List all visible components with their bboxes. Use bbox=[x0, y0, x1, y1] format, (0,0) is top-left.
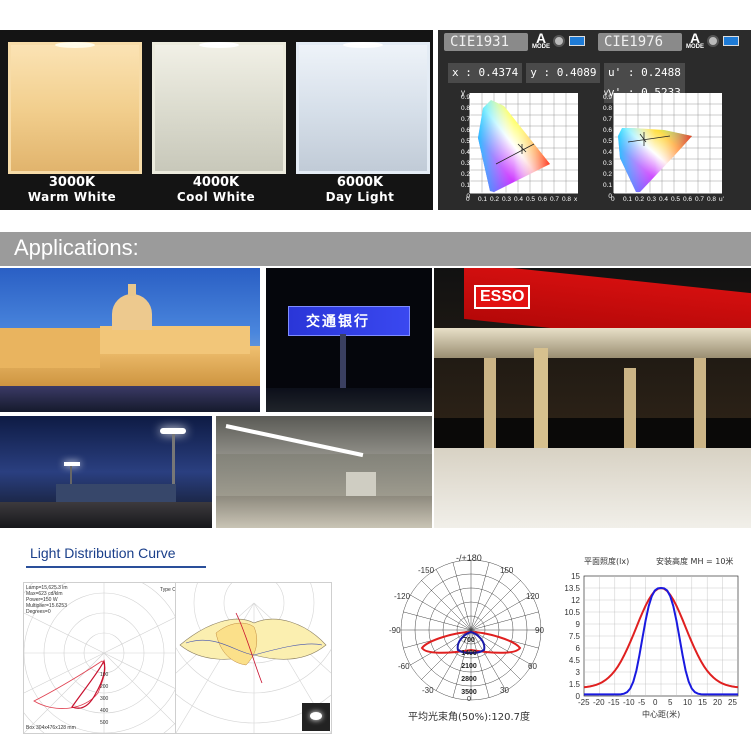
lamp-thumbnail bbox=[302, 703, 330, 731]
polar-angle-m150: -150 bbox=[418, 566, 435, 575]
gas-station-photo: ESSO bbox=[434, 268, 751, 528]
polar-top-label: -/+180 bbox=[456, 553, 482, 563]
isolux-3d-panel bbox=[175, 582, 332, 734]
photometric-info: Lamp=15,625.3 lm Max=623 cd/klm Power=150 … bbox=[26, 585, 68, 615]
day-light-caption: 6000K Day Light bbox=[325, 175, 395, 205]
cie1931-title: CIE1931 bbox=[444, 33, 528, 51]
photometric-panel: Lamp=15,625.3 lm Max=623 cd/klm Power=150 … bbox=[23, 582, 177, 734]
polar-angle-60: 60 bbox=[528, 662, 537, 671]
cie1976-title: CIE1976 bbox=[598, 33, 682, 51]
polar-radii: 700 1400 2100 2800 3500 bbox=[461, 637, 477, 696]
polar-spoke bbox=[470, 629, 532, 666]
beam-angle-caption: 平均光束角(50%):120.7度 bbox=[408, 712, 531, 723]
polar-angle-m90: -90 bbox=[389, 626, 401, 635]
palace-photo bbox=[0, 268, 260, 412]
polar-angle-m30: -30 bbox=[422, 686, 434, 695]
cie1931-yticks: 0.9 0.8 0.7 0.6 0.5 0.4 0.3 0.2 0.1 0 bbox=[460, 94, 470, 200]
parking-lot-photo bbox=[0, 416, 212, 528]
polar-angle-150: 150 bbox=[500, 566, 514, 575]
cie-panel: CIE1931 A MODE x : 0.4374 y : 0.4089 CIE19… bbox=[438, 30, 751, 210]
cie1931-x-value: x : 0.4374 bbox=[448, 63, 523, 83]
warm-white-sample bbox=[8, 42, 142, 174]
illum-xlabel: 中心距(米) bbox=[642, 710, 681, 719]
billboard-text: 交通银行 bbox=[306, 314, 370, 330]
cie1931-y-value: y : 0.4089 bbox=[526, 63, 601, 83]
illum-yticks: 15 13.5 12 10.5 9 7.5 6 4.5 3 1.5 0 bbox=[564, 572, 580, 701]
polar-spoke bbox=[403, 611, 472, 631]
polar-spoke bbox=[470, 569, 507, 631]
polar-spoke bbox=[435, 569, 472, 631]
polar-angle-30: 30 bbox=[500, 686, 509, 695]
color-temperature-panel: 3000K Warm White 4000K Cool White 6000K Day… bbox=[0, 30, 433, 210]
cool-white-caption: 4000K Cool White bbox=[176, 175, 256, 205]
day-light-sample bbox=[296, 42, 430, 174]
polar-spoke bbox=[470, 562, 490, 631]
photometric-scale: 100 200 300 400 500 bbox=[100, 672, 109, 726]
billboard-photo: 交通银行 bbox=[266, 268, 432, 412]
photometric-type-label: Type C bbox=[160, 587, 176, 593]
polar-angle-120: 120 bbox=[526, 592, 540, 601]
cie1976-coords: u' : 0.2488v' : 0.5233 bbox=[604, 63, 751, 103]
photometric-box-label: Box 304x476x128 mm bbox=[26, 725, 76, 731]
cie1976-yticks: 0.9 0.8 0.7 0.6 0.5 0.4 0.3 0.2 0.1 0 bbox=[602, 94, 612, 200]
polar-spoke bbox=[470, 594, 532, 631]
illuminance-chart bbox=[583, 575, 739, 697]
esso-sign: ESSO bbox=[474, 285, 531, 309]
export-icon[interactable] bbox=[569, 36, 585, 46]
polar-spoke bbox=[470, 611, 539, 631]
polar-angle-m60: -60 bbox=[398, 662, 410, 671]
illum-xticks: -25 -20 -15 -10 -5 0 5 10 15 20 25 bbox=[578, 698, 737, 707]
polar-spoke bbox=[452, 562, 472, 631]
export-icon-2[interactable] bbox=[723, 36, 739, 46]
ldc-underline bbox=[26, 566, 206, 568]
cie1976-xticks: 0 0.1 0.2 0.3 0.4 0.5 0.6 0.7 0.8 u' bbox=[611, 196, 724, 203]
cool-white-sample bbox=[152, 42, 286, 174]
polar-spoke bbox=[421, 580, 472, 631]
lens-icon-2[interactable] bbox=[707, 35, 719, 47]
mode-a-icon-2[interactable]: A MODE bbox=[686, 31, 704, 50]
tunnel-photo bbox=[216, 416, 432, 528]
ldc-title: Light Distribution Curve bbox=[30, 545, 176, 561]
lens-icon[interactable] bbox=[553, 35, 565, 47]
polar-spoke bbox=[470, 580, 521, 631]
applications-header: Applications: bbox=[0, 232, 751, 266]
cie1931-coords: x : 0.4374 y : 0.4089 bbox=[448, 63, 604, 83]
polar-angle-m120: -120 bbox=[394, 592, 411, 601]
applications-title: Applications: bbox=[14, 235, 139, 260]
warm-white-caption: 3000K Warm White bbox=[27, 175, 117, 205]
polar-angle-90: 90 bbox=[535, 626, 544, 635]
mode-a-icon[interactable]: A MODE bbox=[532, 31, 550, 50]
cie1976-diagram bbox=[613, 93, 722, 194]
cie1976-u-value: u' : 0.2488 bbox=[604, 63, 685, 83]
polar-spoke bbox=[410, 594, 472, 631]
cie1931-xticks: 0 0.1 0.2 0.3 0.4 0.5 0.6 0.7 0.8 x bbox=[466, 196, 578, 203]
